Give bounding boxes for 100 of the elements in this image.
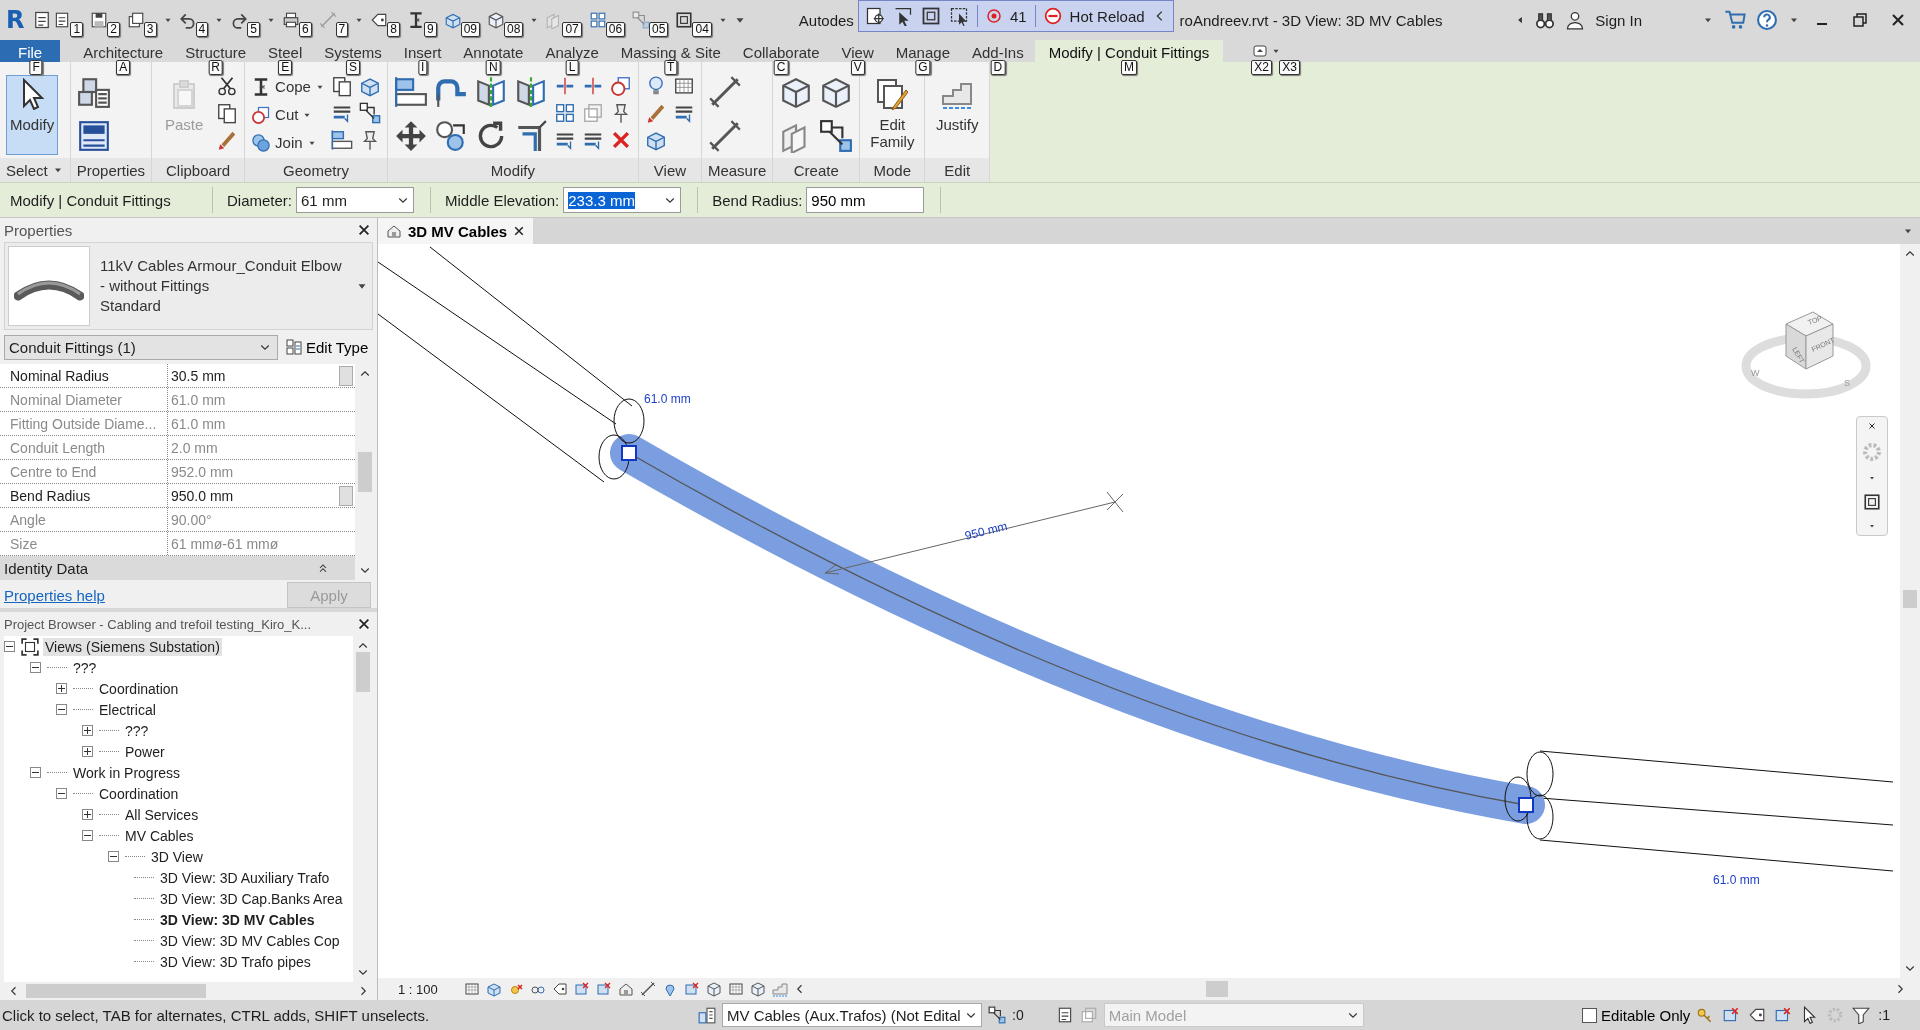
ribbon-tab[interactable]: Annotate (452, 40, 535, 62)
tree-item[interactable]: 3D View: 3D MV Cables (158, 910, 317, 929)
house-icon[interactable] (617, 981, 634, 997)
group-header[interactable]: Identity Data (0, 556, 355, 580)
caret-icon[interactable] (1868, 474, 1876, 482)
tree-item[interactable]: Coordination (97, 784, 181, 803)
redo-icon[interactable] (230, 11, 249, 29)
ribbon-tab[interactable]: Collaborate (731, 40, 831, 62)
ribbon-tab[interactable]: Manage (884, 40, 961, 62)
tag-icon[interactable] (551, 981, 568, 997)
box-icon[interactable] (443, 11, 462, 29)
editable-only-checkbox[interactable]: Editable Only (1582, 1006, 1691, 1024)
up-down-icon[interactable] (1253, 43, 1270, 59)
pages-icon[interactable] (216, 102, 239, 124)
input-field[interactable]: 950 mm (806, 187, 925, 213)
dropdown-field[interactable]: 61 mm (296, 187, 415, 213)
funnel-icon[interactable] (1852, 1006, 1871, 1024)
collapse-toggle[interactable] (30, 662, 41, 673)
edit-type-button[interactable]: Edit Type (286, 338, 369, 356)
diagonal-dimension-icon[interactable] (639, 981, 656, 997)
tree-item[interactable]: Electrical (97, 700, 158, 719)
tool-button[interactable]: Modify (6, 75, 59, 155)
tree-item[interactable]: MV Cables (123, 826, 196, 845)
restore-icon[interactable] (1852, 12, 1868, 28)
person-icon[interactable] (1565, 10, 1586, 30)
connected-squares-icon[interactable] (358, 102, 381, 124)
tree-item[interactable]: ??? (71, 658, 99, 677)
scroll-thumb[interactable] (1903, 590, 1917, 608)
tree-item[interactable]: Power (123, 742, 167, 761)
tool-button[interactable]: Join (251, 131, 325, 154)
stacked-sheets-icon[interactable] (126, 11, 145, 29)
diagonal-dimension-icon[interactable] (707, 75, 742, 109)
scrollbar[interactable] (1900, 244, 1920, 978)
crossed-box-icon[interactable] (595, 981, 612, 997)
square-frame-icon[interactable] (675, 11, 694, 29)
cubes-icon[interactable] (76, 75, 111, 109)
undo-icon[interactable] (178, 11, 197, 29)
tree-item[interactable]: 3D View: 3D Auxiliary Trafo (158, 868, 332, 887)
printer-icon[interactable] (281, 11, 300, 29)
tool-button[interactable]: Cut (251, 103, 325, 126)
ribbon-tab[interactable]: Systems (313, 40, 393, 62)
instance-dropdown[interactable]: Conduit Fittings (1) (4, 334, 278, 360)
panel-menu[interactable]: Select (0, 158, 70, 182)
tree-item[interactable]: 3D View: 3D Trafo pipes (158, 952, 313, 971)
collapse-toggle[interactable] (56, 704, 67, 715)
squares-icon[interactable] (553, 102, 576, 124)
close-icon[interactable] (1868, 422, 1876, 431)
properties-window-icon[interactable] (76, 119, 111, 153)
tool-button[interactable]: Cope (251, 75, 325, 98)
cart-icon[interactable] (1724, 9, 1746, 31)
record-icon[interactable] (985, 8, 1002, 24)
close-icon[interactable] (357, 617, 371, 631)
ribbon-tab[interactable]: Add-Ins (961, 40, 1035, 62)
scissors-icon[interactable] (216, 75, 239, 97)
diagonal-dimension-icon[interactable] (707, 119, 742, 153)
collapse-toggle[interactable] (56, 788, 67, 799)
scale-label[interactable]: 1 : 100 (398, 981, 438, 997)
circle-arrow-icon[interactable] (433, 119, 468, 153)
close-tab-icon[interactable] (513, 225, 526, 237)
property-value[interactable]: 950.0 mm (168, 487, 339, 504)
hot-reload-label[interactable]: Hot Reload (1069, 7, 1145, 25)
ribbon-tab[interactable]: View (830, 40, 885, 62)
beam-icon[interactable] (407, 11, 425, 29)
file-tab[interactable]: File (0, 40, 61, 62)
tree-item[interactable]: 3D View: 3D MV Cables Cop (158, 931, 342, 950)
document-tab[interactable]: 3D MV Cables (378, 218, 534, 244)
connected-squares-icon[interactable] (819, 119, 854, 153)
expand-toggle[interactable] (56, 683, 67, 694)
ribbon-tab[interactable]: Modify | Conduit Fittings (1034, 40, 1224, 62)
help-link[interactable]: Properties help (4, 586, 105, 604)
ribbon-tab[interactable]: Structure (174, 40, 258, 62)
box-icon[interactable] (485, 981, 502, 997)
grip-handle[interactable] (621, 445, 637, 461)
rectangles-icon[interactable] (393, 75, 428, 109)
tree-item[interactable]: Work in Progress (71, 763, 183, 782)
expand-toggle[interactable] (82, 746, 93, 757)
scroll-thumb[interactable] (1205, 981, 1228, 997)
tree-item[interactable]: All Services (123, 805, 201, 824)
collapse-toggle[interactable] (30, 767, 41, 778)
square-frame-icon[interactable] (920, 6, 941, 26)
cube-icon[interactable] (487, 11, 506, 29)
collapse-toggle[interactable] (108, 851, 119, 862)
workset-dropdown[interactable]: MV Cables (Aux.Trafos) (Not Edital (722, 1003, 982, 1027)
double-chevron-up-icon[interactable] (317, 562, 329, 574)
grip-handle[interactable] (1518, 797, 1534, 813)
connected-squares-icon[interactable] (988, 1006, 1006, 1024)
tree-item[interactable]: Coordination (97, 679, 181, 698)
ribbon-tab[interactable]: Insert (392, 40, 453, 62)
ribbon-tab[interactable]: Steel (257, 40, 314, 62)
no-entry-icon[interactable] (1043, 7, 1062, 25)
scroll-thumb[interactable] (26, 984, 206, 998)
tree-item[interactable]: ??? (123, 721, 151, 740)
sign-in-button[interactable]: Sign In (1595, 11, 1642, 29)
circle-cut-icon[interactable] (609, 75, 632, 97)
dropdown-field[interactable]: 233.3 mm (563, 187, 682, 213)
expand-toggle[interactable] (82, 725, 93, 736)
crossed-box-icon[interactable] (683, 981, 700, 997)
zoom-icon[interactable] (1863, 492, 1881, 511)
help-icon[interactable] (1756, 9, 1778, 31)
tool-button[interactable]: Edit Family (866, 75, 919, 155)
